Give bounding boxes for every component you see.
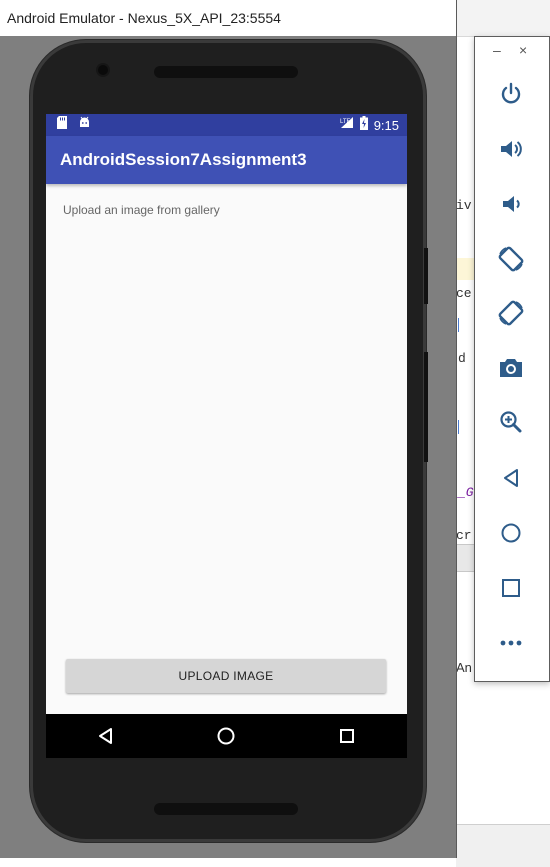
battery-charging-icon [359,115,368,135]
volume-down-button[interactable] [492,185,530,223]
rotate-left-icon [496,244,526,274]
top-speaker [154,66,298,78]
app-title: AndroidSession7Assignment3 [60,150,307,169]
status-time: 9:15 [373,117,399,133]
ide-code-fragment: d [458,351,466,366]
front-camera [98,65,108,75]
volume-up-icon [498,136,524,162]
toolbar-minimize-button[interactable]: – [493,42,501,58]
device-screen[interactable]: LTE 9:15 AndroidSession7Assignment3 Uplo… [46,114,407,758]
app-bar: AndroidSession7Assignment3 [46,136,407,184]
sd-card-icon [56,116,68,134]
phone-frame: LTE 9:15 AndroidSession7Assignment3 Uplo… [30,40,428,842]
volume-down-icon [498,191,524,217]
ide-gutter-marker [458,318,459,332]
rotate-left-button[interactable] [492,240,530,278]
zoom-button[interactable] [492,403,530,441]
more-options-button[interactable] [492,624,530,662]
signal-icon: LTE [340,116,354,134]
ide-code-fragment: cr [456,528,472,543]
volume-up-button[interactable] [492,130,530,168]
more-icon [499,639,523,647]
ide-code-fragment: iv [456,198,472,213]
back-icon [499,466,523,490]
home-icon [499,521,523,545]
ide-code-fragment: ce [456,286,472,301]
upload-image-button[interactable]: UPLOAD IMAGE [66,659,386,693]
toolbar-close-button[interactable]: × [519,42,527,58]
emulator-titlebar[interactable]: Android Emulator - Nexus_5X_API_23:5554 [0,0,456,36]
emulator-toolbar: – × [474,36,550,682]
rotate-right-icon [496,298,526,328]
upload-instruction-text: Upload an image from gallery [63,203,220,217]
ide-topbar [456,0,550,37]
home-icon[interactable] [206,716,246,756]
emulator-window: Android Emulator - Nexus_5X_API_23:5554 [0,0,457,858]
android-debug-icon [78,116,91,134]
power-icon [498,81,524,107]
power-button[interactable] [492,75,530,113]
camera-icon [497,355,525,381]
navigation-bar [46,714,407,758]
volume-side-button [424,352,428,462]
bottom-speaker [154,803,298,815]
overview-icon [500,577,522,599]
ide-bottombar [456,824,550,867]
screenshot-button[interactable] [492,349,530,387]
home-button[interactable] [492,514,530,552]
power-side-button [424,248,428,304]
ide-gutter-marker [458,420,459,434]
zoom-in-icon [498,409,524,435]
back-button[interactable] [492,459,530,497]
window-title: Android Emulator - Nexus_5X_API_23:5554 [7,10,281,26]
ide-code-highlight [456,258,476,280]
status-bar: LTE 9:15 [46,114,407,136]
back-icon[interactable] [86,716,126,756]
recents-icon[interactable] [327,716,367,756]
rotate-right-button[interactable] [492,294,530,332]
overview-button[interactable] [492,569,530,607]
svg-text:LTE: LTE [340,119,351,125]
ide-code-fragment: An [456,660,472,675]
